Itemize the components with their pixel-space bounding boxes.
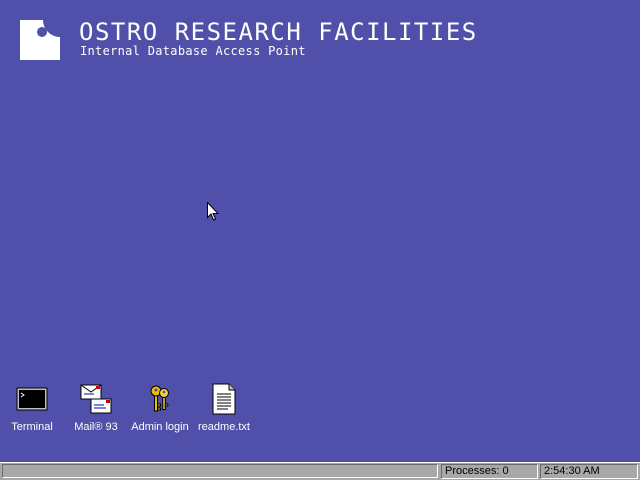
desktop-icon-admin-login[interactable]: Admin login	[128, 383, 192, 437]
taskbar: Processes: 0 2:54:30 AM	[0, 462, 640, 480]
taskbar-window-area[interactable]	[2, 464, 438, 478]
ostro-logo-icon	[20, 20, 60, 60]
keys-icon	[144, 383, 176, 415]
page-title: OSTRO RESEARCH FACILITIES	[79, 18, 478, 46]
desktop-icon-readme[interactable]: readme.txt	[192, 383, 256, 437]
desktop-icon-mail[interactable]: Mail® 93	[64, 383, 128, 437]
text-file-icon	[208, 383, 240, 415]
desktop-icon-label: Admin login	[131, 421, 189, 433]
desktop-icon-terminal[interactable]: Terminal	[0, 383, 64, 437]
mail-icon	[80, 383, 112, 415]
clock: 2:54:30 AM	[540, 464, 638, 479]
desktop-icon-label: Terminal	[11, 421, 53, 433]
desktop-icon-label: readme.txt	[198, 421, 250, 433]
desktop-icon-label: Mail® 93	[74, 421, 118, 433]
terminal-icon	[16, 383, 48, 415]
page-subtitle: Internal Database Access Point	[80, 44, 306, 58]
processes-status: Processes: 0	[441, 464, 538, 479]
mouse-pointer-icon	[207, 202, 219, 221]
